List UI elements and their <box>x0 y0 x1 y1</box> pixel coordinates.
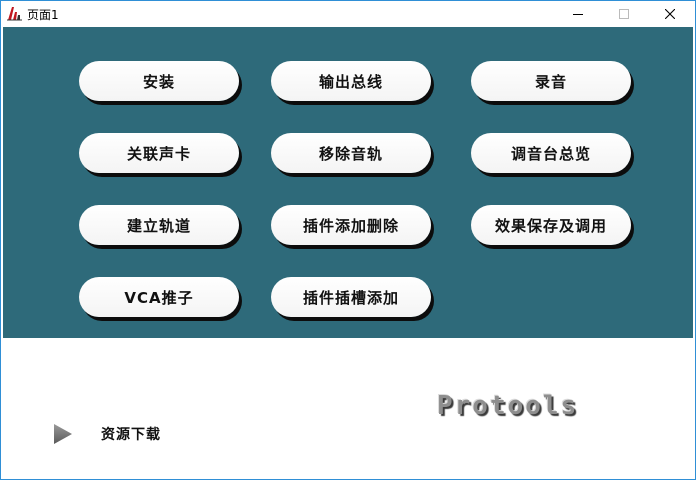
record-button[interactable]: 录音 <box>471 61 631 101</box>
app-window: 页面1 安装 输出总线 录音 关联声卡 移除音轨 调音台总览 建立轨道 插件添加… <box>0 0 696 480</box>
mixer-overview-button[interactable]: 调音台总览 <box>471 133 631 173</box>
remove-track-button[interactable]: 移除音轨 <box>271 133 431 173</box>
plugin-add-remove-button[interactable]: 插件添加删除 <box>271 205 431 245</box>
install-button[interactable]: 安装 <box>79 61 239 101</box>
create-track-button[interactable]: 建立轨道 <box>79 205 239 245</box>
resource-download-link[interactable]: 资源下载 <box>101 424 161 444</box>
minimize-icon <box>573 13 583 15</box>
maximize-icon <box>619 8 629 19</box>
vca-fader-button[interactable]: VCA推子 <box>79 277 239 317</box>
minimize-button[interactable] <box>555 1 601 26</box>
maximize-button[interactable] <box>601 1 647 26</box>
effect-save-recall-button[interactable]: 效果保存及调用 <box>471 205 631 245</box>
function-panel: 安装 输出总线 录音 关联声卡 移除音轨 调音台总览 建立轨道 插件添加删除 效… <box>3 27 693 338</box>
protools-logo: Protools <box>437 391 579 421</box>
link-soundcard-button[interactable]: 关联声卡 <box>79 133 239 173</box>
title-bar: 页面1 <box>1 1 695 26</box>
app-logo-icon <box>6 5 23 22</box>
footer-area: 资源下载 Protools <box>3 338 693 478</box>
plugin-slot-add-button[interactable]: 插件插槽添加 <box>271 277 431 317</box>
close-button[interactable] <box>647 1 693 26</box>
play-icon[interactable] <box>51 422 75 446</box>
window-title: 页面1 <box>27 8 59 22</box>
close-icon <box>665 8 675 19</box>
output-bus-button[interactable]: 输出总线 <box>271 61 431 101</box>
